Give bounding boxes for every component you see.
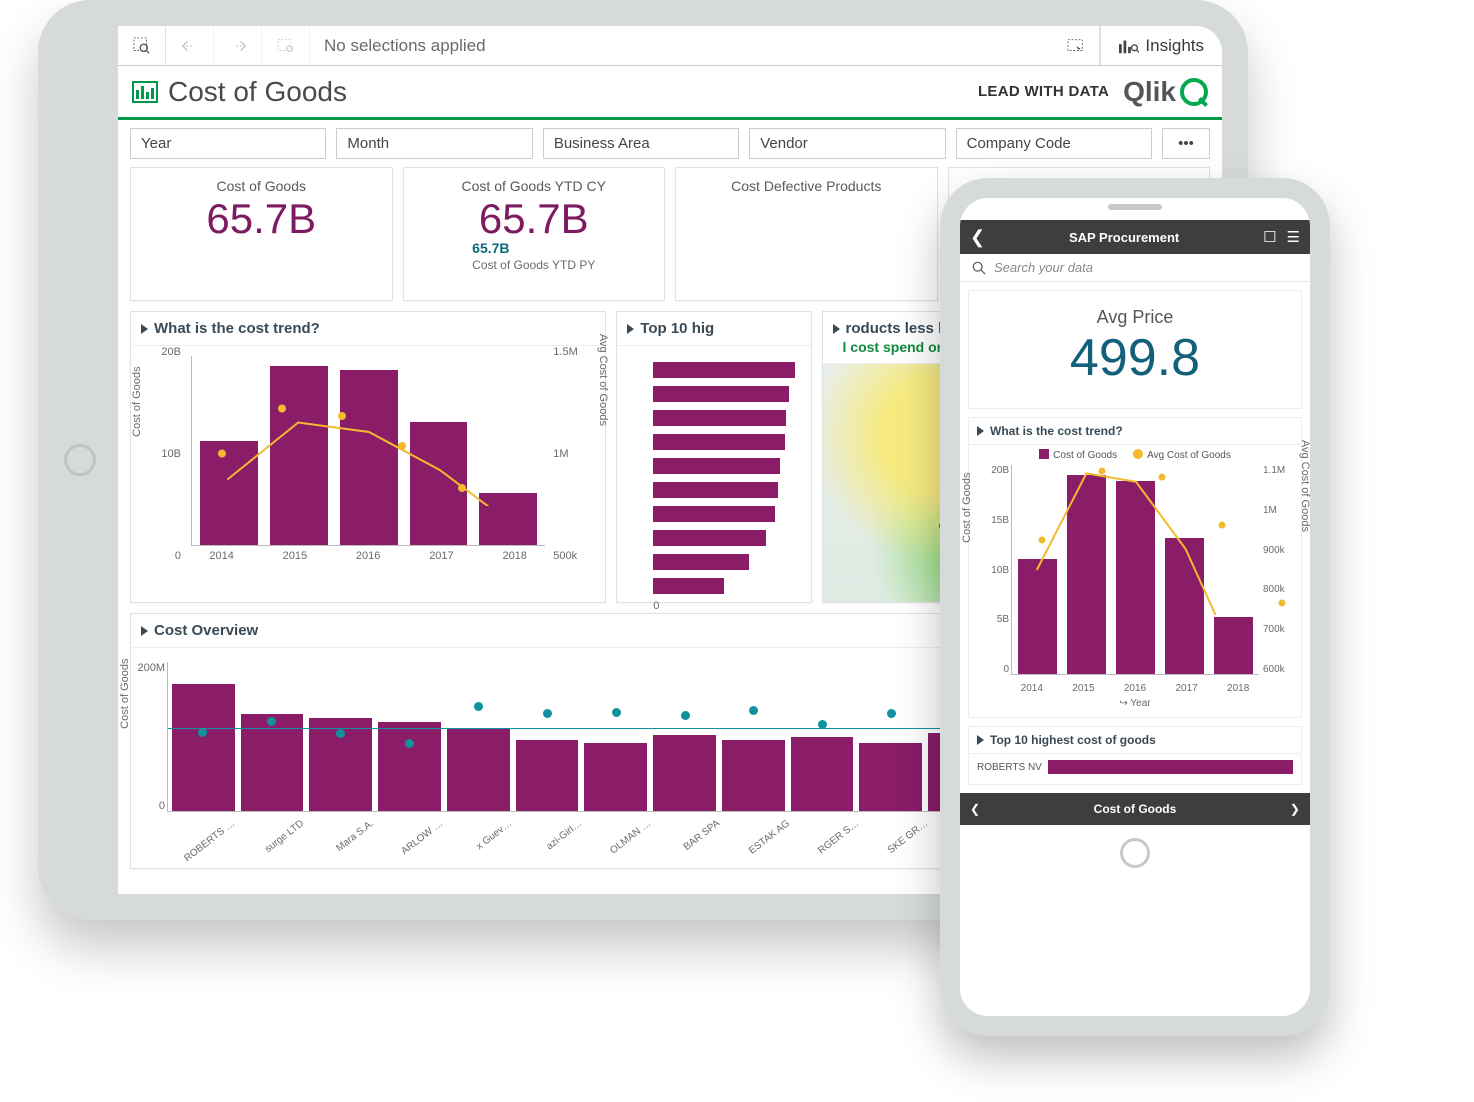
phone-trend-panel[interactable]: What is the cost trend? Cost of Goods Av… bbox=[968, 417, 1302, 718]
search-icon bbox=[972, 261, 986, 275]
phone-home-button[interactable] bbox=[1120, 838, 1150, 868]
title-bar: Cost of Goods LEAD WITH DATA Qlik bbox=[118, 66, 1222, 120]
phone-header: ❮ SAP Procurement ☐ ☰ bbox=[960, 220, 1310, 254]
smart-search-icon[interactable] bbox=[118, 26, 166, 65]
axis-label: Cost of Goods bbox=[131, 367, 143, 437]
x-axis-label: ↪ Year bbox=[969, 694, 1301, 717]
trend-line bbox=[192, 356, 492, 506]
kpi-label: Cost of Goods bbox=[145, 178, 378, 194]
kpi-label: Cost of Goods YTD CY bbox=[418, 178, 651, 194]
expand-icon[interactable] bbox=[833, 324, 840, 334]
panel-subtitle: l cost spend on bbox=[833, 339, 946, 355]
filter-vendor[interactable]: Vendor bbox=[749, 128, 945, 159]
prev-sheet-icon[interactable]: ❮ bbox=[970, 802, 980, 816]
menu-icon[interactable]: ☰ bbox=[1287, 228, 1300, 246]
selection-toolbar: No selections applied Insights bbox=[118, 26, 1222, 66]
insights-icon bbox=[1119, 38, 1139, 54]
panel-title: Top 10 highest cost of goods bbox=[990, 733, 1156, 747]
y-ticks-left: 20B15B10B5B0 bbox=[973, 465, 1009, 675]
qlik-q-icon bbox=[1180, 78, 1208, 106]
insights-button[interactable]: Insights bbox=[1100, 26, 1222, 65]
phone-plot bbox=[1011, 465, 1259, 675]
kpi-cost-ytd-cy[interactable]: Cost of Goods YTD CY 65.7B 65.7B Cost of… bbox=[403, 167, 666, 301]
phone-speaker bbox=[1108, 204, 1162, 210]
phone-search[interactable]: Search your data bbox=[960, 254, 1310, 282]
panel-title: roducts less li bbox=[846, 320, 947, 337]
axis-label: Avg Cost of Goods bbox=[597, 334, 609, 426]
footer-title: Cost of Goods bbox=[1094, 802, 1177, 816]
kpi-value: 65.7B bbox=[145, 198, 378, 240]
expand-icon[interactable] bbox=[977, 735, 984, 745]
step-back-icon[interactable] bbox=[166, 26, 214, 65]
x-categories: 20142015201620172018 bbox=[1011, 683, 1259, 694]
kpi-label: Avg Price bbox=[969, 307, 1301, 328]
bar-label: ROBERTS NV bbox=[977, 762, 1042, 773]
phone-title: SAP Procurement bbox=[1069, 230, 1179, 245]
y-ticks: 200M0 bbox=[131, 662, 165, 812]
expand-icon[interactable] bbox=[977, 426, 984, 436]
phone-line bbox=[1012, 465, 1310, 615]
phone-top10-panel[interactable]: Top 10 highest cost of goods ROBERTS NV bbox=[968, 726, 1302, 785]
phone-chin bbox=[960, 825, 1310, 881]
phone-legend: Cost of Goods Avg Cost of Goods bbox=[969, 445, 1301, 465]
clear-selections-icon[interactable] bbox=[262, 26, 310, 65]
axis-zero: 0 bbox=[623, 600, 804, 612]
tablet-home-button[interactable] bbox=[64, 444, 96, 476]
y-ticks-left: 20B10B0 bbox=[151, 346, 181, 562]
panel-cost-trend[interactable]: What is the cost trend? Cost of Goods Av… bbox=[130, 311, 606, 603]
phone-kpi[interactable]: Avg Price 499.8 bbox=[968, 290, 1302, 409]
hbar bbox=[1048, 760, 1293, 774]
expand-icon[interactable] bbox=[141, 324, 148, 334]
axis-label: Cost of Goods bbox=[119, 659, 131, 729]
kpi-defective[interactable]: Cost Defective Products bbox=[675, 167, 938, 301]
kpi-sub: 65.7B Cost of Goods YTD PY bbox=[472, 240, 595, 273]
kpi-value: 499.8 bbox=[969, 328, 1301, 388]
expand-icon[interactable] bbox=[627, 324, 634, 334]
next-sheet-icon[interactable]: ❯ bbox=[1290, 802, 1300, 816]
filter-row: Year Month Business Area Vendor Company … bbox=[118, 120, 1222, 167]
phone-footer: ❮ Cost of Goods ❯ bbox=[960, 793, 1310, 825]
expand-icon[interactable] bbox=[141, 626, 148, 636]
lead-with-data-label: LEAD WITH DATA bbox=[978, 83, 1109, 100]
filter-month[interactable]: Month bbox=[336, 128, 532, 159]
selections-tool-icon[interactable] bbox=[1052, 26, 1100, 65]
kpi-value: 65.7B bbox=[479, 195, 589, 242]
trend-plot bbox=[191, 356, 545, 546]
filter-year[interactable]: Year bbox=[130, 128, 326, 159]
filter-more-button[interactable]: ••• bbox=[1162, 128, 1210, 159]
x-categories: 20142015201620172018 bbox=[191, 550, 545, 562]
top10-bars bbox=[623, 356, 804, 600]
filter-business-area[interactable]: Business Area bbox=[543, 128, 739, 159]
panel-title: Cost Overview bbox=[154, 622, 258, 639]
qlik-logo: Qlik bbox=[1123, 76, 1208, 108]
panel-title: What is the cost trend? bbox=[990, 424, 1123, 438]
bookmark-icon[interactable]: ☐ bbox=[1263, 228, 1276, 246]
kpi-cost-of-goods[interactable]: Cost of Goods 65.7B bbox=[130, 167, 393, 301]
axis-label: Cost of Goods bbox=[961, 473, 973, 543]
kpi-label: Cost Defective Products bbox=[690, 178, 923, 194]
search-placeholder: Search your data bbox=[994, 260, 1093, 275]
filter-company-code[interactable]: Company Code bbox=[956, 128, 1152, 159]
back-icon[interactable]: ❮ bbox=[970, 227, 985, 248]
sheet-icon bbox=[132, 81, 158, 103]
phone-frame: ❮ SAP Procurement ☐ ☰ Search your data A… bbox=[940, 178, 1330, 1036]
panel-title: Top 10 hig bbox=[640, 320, 714, 337]
selection-status-text: No selections applied bbox=[310, 26, 1052, 65]
panel-title: What is the cost trend? bbox=[154, 320, 320, 337]
sheet-title: Cost of Goods bbox=[168, 76, 978, 108]
insights-label: Insights bbox=[1145, 36, 1204, 56]
panel-top10[interactable]: Top 10 hig 0 bbox=[616, 311, 811, 603]
step-forward-icon[interactable] bbox=[214, 26, 262, 65]
y-ticks-right: 1.5M1M500k bbox=[553, 346, 587, 562]
